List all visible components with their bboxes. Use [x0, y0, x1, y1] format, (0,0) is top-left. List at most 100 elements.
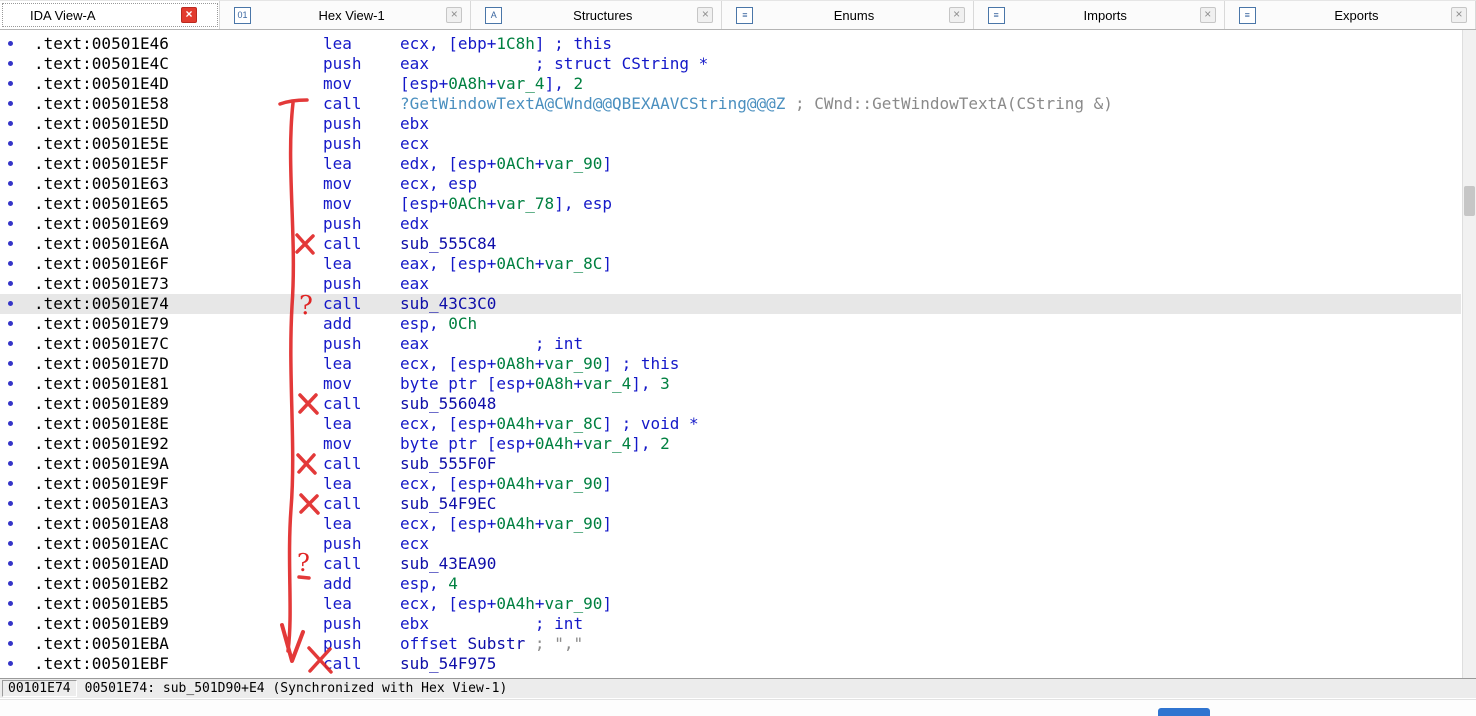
listing-line[interactable]: .text:00501E5D push ebx	[0, 114, 1461, 134]
tab-label: Exports	[1262, 8, 1451, 23]
code-segment: ],	[631, 374, 660, 393]
listing-line[interactable]: .text:00501E7C push eax ; int	[0, 334, 1461, 354]
code-segment: +	[535, 154, 545, 173]
code-segment: ebx	[400, 114, 429, 133]
code-segment: sub_43EA90	[400, 554, 496, 573]
gutter-dot	[8, 661, 13, 666]
code-segment: mov	[323, 434, 400, 453]
code-segment: ; void *	[622, 414, 699, 433]
listing-line[interactable]: .text:00501E65 mov [esp+0ACh+var_78], es…	[0, 194, 1461, 214]
code-segment: call	[323, 494, 400, 513]
listing-line[interactable]: .text:00501EAD call sub_43EA90	[0, 554, 1461, 574]
status-bar: 00101E74 00501E74: sub_501D90+E4 (Synchr…	[0, 678, 1476, 698]
code-segment: push	[323, 634, 400, 653]
gutter-dot	[8, 181, 13, 186]
tab-hex-view-1[interactable]: 01Hex View-1×	[220, 1, 471, 29]
gutter-dot	[8, 461, 13, 466]
code-segment: var_90	[545, 154, 603, 173]
address-label: .text:00501E89	[34, 394, 169, 413]
code-segment: call	[323, 454, 400, 473]
listing-line[interactable]: .text:00501E92 mov byte ptr [esp+0A4h+va…	[0, 434, 1461, 454]
listing-line[interactable]: .text:00501EA8 lea ecx, [esp+0A4h+var_90…	[0, 514, 1461, 534]
code-segment: 0A4h	[535, 434, 574, 453]
tab-close-button[interactable]: ×	[697, 7, 713, 23]
tab-enums[interactable]: ≡Enums×	[722, 1, 973, 29]
code-segment: eax	[400, 274, 429, 293]
listing-line[interactable]: .text:00501E8E lea ecx, [esp+0A4h+var_8C…	[0, 414, 1461, 434]
listing-line[interactable]: .text:00501E69 push edx	[0, 214, 1461, 234]
code-segment: 2	[660, 434, 670, 453]
code-segment: ; this	[622, 354, 680, 373]
tab-ida-view-a[interactable]: IDA View-A×	[0, 1, 220, 29]
code-segment: call	[323, 554, 400, 573]
code-segment: ],	[631, 434, 660, 453]
listing-line[interactable]: .text:00501E79 add esp, 0Ch	[0, 314, 1461, 334]
code-segment: lea	[323, 514, 400, 533]
listing-line[interactable]: .text:00501E5E push ecx	[0, 134, 1461, 154]
tab-close-button[interactable]: ×	[446, 7, 462, 23]
code-segment: var_4	[583, 374, 631, 393]
tab-bar: IDA View-A×01Hex View-1×AStructures×≡Enu…	[0, 1, 1476, 30]
tab-close-button[interactable]: ×	[181, 7, 197, 23]
code-segment: push	[323, 534, 400, 553]
tab-close-button[interactable]: ×	[949, 7, 965, 23]
code-segment: ]	[602, 514, 612, 533]
tab-structures[interactable]: AStructures×	[471, 1, 722, 29]
listing-line[interactable]: .text:00501E46 lea ecx, [ebp+1C8h] ; thi…	[0, 34, 1461, 54]
listing-line[interactable]: .text:00501EBF call sub_54F975	[0, 654, 1461, 674]
code-segment: ]	[602, 414, 621, 433]
listing-line[interactable]: .text:00501EB9 push ebx ; int	[0, 614, 1461, 634]
listing-line[interactable]: .text:00501E4D mov [esp+0A8h+var_4], 2	[0, 74, 1461, 94]
gutter-dot	[8, 521, 13, 526]
listing-line[interactable]: .text:00501E4C push eax ; struct CString…	[0, 54, 1461, 74]
code-segment: byte ptr	[400, 374, 487, 393]
code-segment: var_8C	[545, 414, 603, 433]
listing-line[interactable]: .text:00501E6F lea eax, [esp+0ACh+var_8C…	[0, 254, 1461, 274]
code-segment: 1C8h	[496, 34, 535, 53]
vertical-scrollbar[interactable]	[1462, 30, 1476, 678]
tab-imports[interactable]: ≡Imports×	[974, 1, 1225, 29]
listing-line[interactable]: .text:00501EBA push offset Substr ; ","	[0, 634, 1461, 654]
disassembly-listing[interactable]: .text:00501E46 lea ecx, [ebp+1C8h] ; thi…	[0, 30, 1461, 678]
gutter-dot	[8, 541, 13, 546]
listing-line[interactable]: .text:00501E9A call sub_555F0F	[0, 454, 1461, 474]
code-segment: [esp+	[400, 194, 448, 213]
listing-line[interactable]: .text:00501EA3 call sub_54F9EC	[0, 494, 1461, 514]
listing-line[interactable]: .text:00501E5F lea edx, [esp+0ACh+var_90…	[0, 154, 1461, 174]
listing-line[interactable]: .text:00501E58 call ?GetWindowTextA@CWnd…	[0, 94, 1461, 114]
listing-line[interactable]: .text:00501EB5 lea ecx, [esp+0A4h+var_90…	[0, 594, 1461, 614]
code-segment: +	[535, 594, 545, 613]
gutter-dot	[8, 161, 13, 166]
listing-line[interactable]: .text:00501EB2 add esp, 4	[0, 574, 1461, 594]
listing-line[interactable]: .text:00501E6A call sub_555C84	[0, 234, 1461, 254]
address-label: .text:00501EA3	[34, 494, 169, 513]
listing-line[interactable]: .text:00501E9F lea ecx, [esp+0A4h+var_90…	[0, 474, 1461, 494]
address-label: .text:00501EB5	[34, 594, 169, 613]
tab-exports[interactable]: ≡Exports×	[1225, 1, 1476, 29]
code-segment: push	[323, 134, 400, 153]
listing-line[interactable]: .text:00501E74 call sub_43C3C0	[0, 294, 1461, 314]
gutter-dot	[8, 481, 13, 486]
gutter-dot	[8, 361, 13, 366]
address-label: .text:00501E5E	[34, 134, 169, 153]
code-segment: byte ptr	[400, 434, 487, 453]
gutter-dot	[8, 601, 13, 606]
listing-line[interactable]: .text:00501E81 mov byte ptr [esp+0A8h+va…	[0, 374, 1461, 394]
code-segment: esp,	[400, 314, 448, 333]
gutter-dot	[8, 101, 13, 106]
code-segment: var_90	[545, 474, 603, 493]
listing-line[interactable]: .text:00501E73 push eax	[0, 274, 1461, 294]
listing-line[interactable]: .text:00501E63 mov ecx, esp	[0, 174, 1461, 194]
tab-close-button[interactable]: ×	[1200, 7, 1216, 23]
code-segment: sub_555F0F	[400, 454, 496, 473]
listing-line[interactable]: .text:00501E89 call sub_556048	[0, 394, 1461, 414]
code-segment: mov	[323, 374, 400, 393]
code-segment: 4	[448, 574, 458, 593]
listing-line[interactable]: .text:00501E7D lea ecx, [esp+0A8h+var_90…	[0, 354, 1461, 374]
code-segment: mov	[323, 74, 400, 93]
scrollbar-thumb[interactable]	[1464, 186, 1475, 216]
address-label: .text:00501EB9	[34, 614, 169, 633]
listing-line[interactable]: .text:00501EAC push ecx	[0, 534, 1461, 554]
tab-close-button[interactable]: ×	[1451, 7, 1467, 23]
address-label: .text:00501E6A	[34, 234, 169, 253]
